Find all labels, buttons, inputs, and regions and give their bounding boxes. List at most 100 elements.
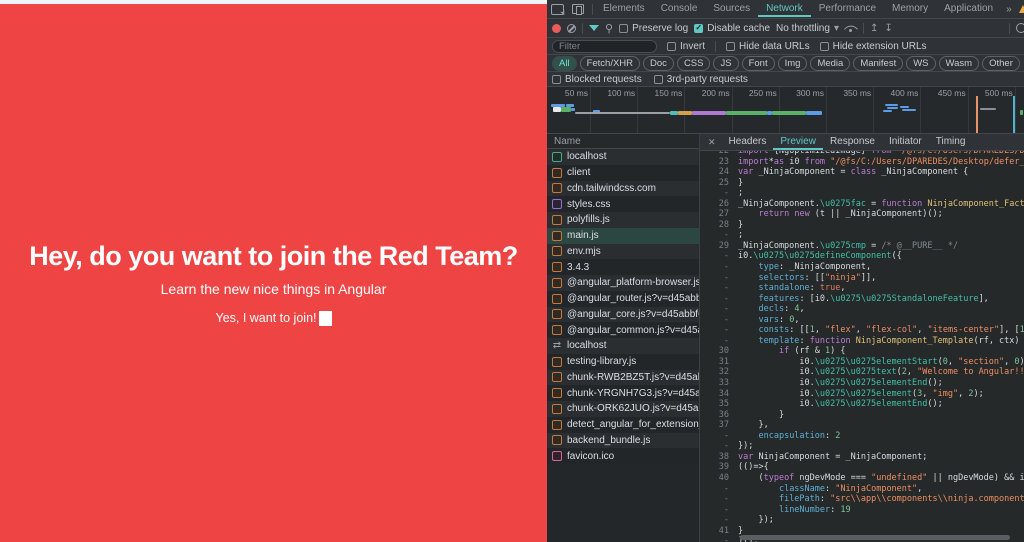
warning-icon[interactable] [1018,5,1024,13]
pill-media[interactable]: Media [810,55,851,71]
close-preview-icon[interactable]: ✕ [704,137,720,148]
request-row[interactable]: @angular_router.js?v=d45abbf6 [547,290,699,307]
tab-performance[interactable]: Performance [811,1,884,17]
blocked-requests-toggle[interactable]: Blocked requests [552,74,642,85]
disable-cache-toggle[interactable]: ✓ Disable cache [694,23,770,34]
tab-sources[interactable]: Sources [705,1,758,17]
tab-elements[interactable]: Elements [595,1,653,17]
third-party-toggle[interactable]: 3rd-party requests [653,74,748,85]
tab-console[interactable]: Console [653,1,706,17]
preview-tab-initiator[interactable]: Initiator [882,134,929,150]
record-button[interactable] [552,23,561,33]
filter-input[interactable] [552,39,657,53]
tab-application[interactable]: Application [936,1,1001,17]
request-row[interactable]: polyfills.js [547,212,699,228]
request-row[interactable]: cdn.tailwindcss.com [547,180,699,197]
device-toolbar-icon[interactable] [572,4,584,15]
export-har-icon[interactable]: ↧ [884,23,892,34]
pill-fetch-xhr[interactable]: Fetch/XHR [579,55,641,71]
line-number: 33 [718,378,729,389]
divider [1009,22,1010,34]
request-row[interactable]: ⇄ localhost [547,338,699,354]
code-line: 29 _NinjaComponent.\u0275cmp = /* @__PURE… [700,241,1024,252]
filter-row: Invert Hide data URLs Hide extension URL… [547,38,1024,55]
hide-extension-urls-toggle[interactable]: Hide extension URLs [819,41,927,52]
request-row[interactable]: backend_bundle.js [547,432,699,449]
preserve-log-checkbox[interactable] [619,23,629,33]
request-name: env.mjs [567,245,601,257]
js-file-icon [552,293,562,304]
request-row[interactable]: chunk-ORK62JUO.js?v=d45abbf6 [547,401,699,417]
pill-wasm[interactable]: Wasm [938,55,980,71]
request-row[interactable]: 3.4.3 [547,259,699,275]
code-line: 39 (()=>{ [700,462,1024,473]
pill-font[interactable]: Font [741,55,775,71]
code-line: - consts: [[1, "flex", "flex-col", "item… [700,325,1024,336]
horizontal-scrollbar[interactable] [740,535,1010,540]
pill-all[interactable]: All [552,55,577,71]
request-row[interactable]: @angular_core.js?v=d45abbf6 [547,306,699,323]
line-number: 37 [718,420,729,431]
code-line: - }); [700,515,1024,526]
join-checkbox[interactable] [318,311,332,327]
pill-ws[interactable]: WS [906,55,936,71]
pill-css[interactable]: CSS [676,55,711,71]
pill-other[interactable]: Other [982,55,1020,71]
request-row[interactable]: testing-library.js [547,353,699,370]
pill-doc[interactable]: Doc [643,55,674,71]
request-row[interactable]: @angular_common.js?v=d45abbf6 [547,322,699,338]
divider [592,3,593,15]
line-number: - [723,515,729,526]
request-row[interactable]: chunk-RWB2BZ5T.js?v=d45abbf6 [547,369,699,386]
pill-manifest[interactable]: Manifest [853,55,904,71]
disable-cache-checkbox[interactable]: ✓ [694,23,704,33]
more-tabs-icon[interactable]: » [1003,4,1015,15]
network-conditions-icon[interactable] [845,24,857,32]
request-row[interactable]: favicon.ico [547,448,699,464]
preview-tab-timing[interactable]: Timing [929,134,973,150]
hide-data-urls-checkbox[interactable] [726,41,736,51]
preview-tab-response[interactable]: Response [823,134,882,150]
request-row[interactable]: styles.css [547,196,699,212]
hide-data-urls-toggle[interactable]: Hide data URLs [726,41,810,52]
invert-toggle[interactable]: Invert [667,41,705,52]
import-har-icon[interactable]: ↥ [870,23,878,34]
search-icon[interactable]: ⚲ [605,22,613,35]
filter-funnel-icon[interactable] [589,25,599,31]
pill-js[interactable]: JS [713,55,739,71]
hide-extension-urls-checkbox[interactable] [819,41,829,51]
preserve-log-toggle[interactable]: Preserve log [619,23,688,34]
join-label: Yes, I want to join! [215,311,317,325]
js-file-icon [552,230,562,241]
tab-memory[interactable]: Memory [884,1,936,17]
request-row[interactable]: client [547,164,699,181]
inspect-element-icon[interactable] [551,3,564,15]
blocked-requests-checkbox[interactable] [552,74,561,84]
preview-tab-headers[interactable]: Headers [722,134,774,150]
devtools-tabbar: ElementsConsoleSourcesNetworkPerformance… [547,0,1024,19]
pill-img[interactable]: Img [777,55,808,71]
network-overview-timeline[interactable]: 50 ms 100 ms 150 ms 200 ms 250 ms 300 ms 350 m… [547,87,1024,134]
request-row[interactable]: chunk-YRGNH7G3.js?v=d45abbf6 [547,385,699,401]
code-line: 36 } [700,410,1024,421]
request-row[interactable]: @angular_platform-browser.js?v=d45a... [547,275,699,291]
request-row[interactable]: env.mjs [547,243,699,260]
clear-icon[interactable] [567,23,576,33]
invert-checkbox[interactable] [667,41,676,51]
request-row[interactable]: main.js [547,227,699,244]
line-number: - [723,283,729,294]
preview-tab-preview[interactable]: Preview [773,134,823,150]
divider [582,22,583,34]
waterfall-bar [887,107,898,109]
third-party-checkbox[interactable] [653,74,663,84]
code-preview[interactable]: 22 import {NgOptimizedImage} from "/@fs/C… [700,151,1024,542]
request-row[interactable]: detect_angular_for_extension_icon_bu... [547,416,699,433]
request-row[interactable]: localhost [547,149,699,165]
line-number: - [723,304,729,315]
line-number: - [723,293,729,304]
name-column-header[interactable]: Name [547,134,699,149]
throttling-dropdown[interactable]: No throttling ▾ [776,23,839,34]
request-name: localhost [567,151,607,163]
tab-network[interactable]: Network [758,1,811,17]
js-file-icon [552,214,562,225]
